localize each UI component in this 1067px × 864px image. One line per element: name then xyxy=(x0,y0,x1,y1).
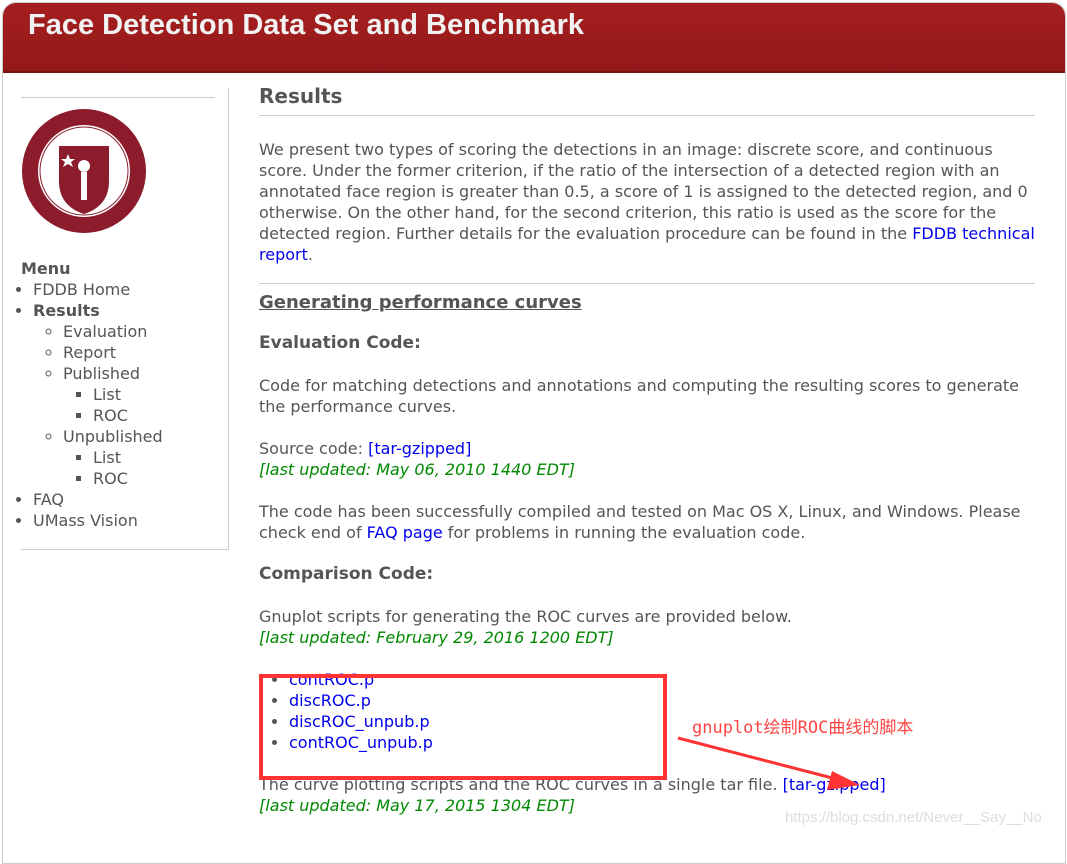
annotation-arrow-icon xyxy=(677,736,860,790)
watermark: https://blog.csdn.net/Never__Say__No xyxy=(785,809,1042,826)
